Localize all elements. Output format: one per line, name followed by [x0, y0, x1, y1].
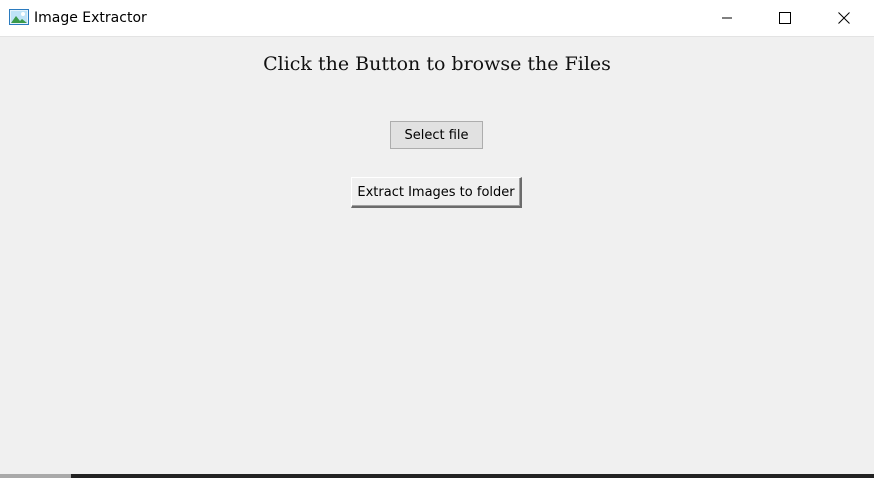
taskbar-edge-segment [0, 474, 71, 478]
taskbar-edge [0, 474, 874, 478]
close-icon [838, 9, 850, 28]
close-button[interactable] [814, 0, 874, 36]
minimize-icon [721, 9, 733, 28]
minimize-button[interactable] [698, 0, 756, 36]
select-file-button[interactable]: Select file [390, 121, 483, 149]
app-window: Image Extractor Click the Button to brow… [0, 0, 874, 478]
title-bar[interactable]: Image Extractor [0, 0, 874, 37]
main-content: Click the Button to browse the Files Sel… [0, 37, 874, 474]
image-app-icon [9, 9, 29, 25]
maximize-icon [779, 9, 791, 28]
window-title: Image Extractor [34, 10, 147, 26]
extract-images-button[interactable]: Extract Images to folder [351, 177, 522, 208]
instruction-heading: Click the Button to browse the Files [263, 53, 611, 75]
maximize-button[interactable] [756, 0, 814, 36]
